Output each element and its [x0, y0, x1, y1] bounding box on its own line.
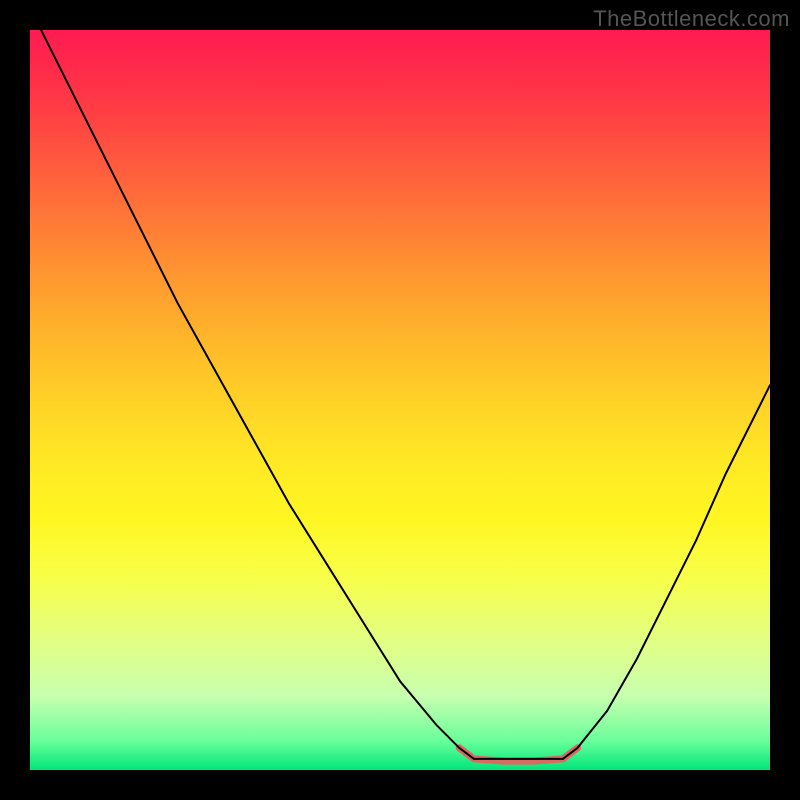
chart-container: TheBottleneck.com [0, 0, 800, 800]
watermark-text: TheBottleneck.com [593, 6, 790, 32]
curve-svg [30, 30, 770, 770]
plot-area [30, 30, 770, 770]
main-curve-path [41, 30, 770, 759]
